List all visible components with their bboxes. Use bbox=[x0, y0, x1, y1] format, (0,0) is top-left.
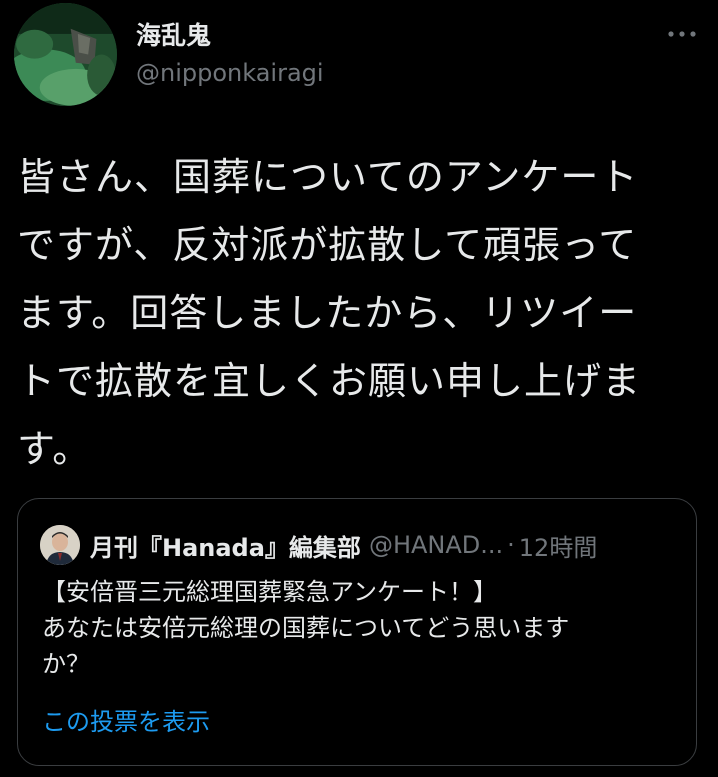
quoted-text-line: 【安倍晋三元総理国葬緊急アンケート！】 bbox=[42, 578, 498, 606]
quoted-text-line: か？ bbox=[42, 650, 90, 678]
avatar-image bbox=[14, 3, 117, 106]
quoted-user-handle[interactable]: @HANAD... bbox=[369, 531, 503, 559]
quoted-tweet-header: 月刊『Hanada』編集部 @HANAD... · 12時間 bbox=[90, 527, 597, 563]
tweet-text-line: 皆さん、国葬についてのアンケート bbox=[17, 155, 639, 199]
tweet-text: 皆さん、国葬についてのアンケート ですが、反対派が拡散して頑張って ます。回答し… bbox=[17, 143, 687, 483]
quoted-user-name[interactable]: 月刊『Hanada』編集部 bbox=[90, 528, 361, 563]
tweet-text-line: トで拡散を宜しくお願い申し上げま bbox=[17, 359, 642, 403]
quoted-tweet-text: 【安倍晋三元総理国葬緊急アンケート！】 あなたは安倍元総理の国葬についてどう思い… bbox=[42, 574, 682, 682]
quoted-text-line: あなたは安倍元総理の国葬についてどう思います bbox=[42, 614, 570, 642]
quoted-tweet-timestamp[interactable]: 12時間 bbox=[519, 528, 598, 563]
user-display-name[interactable]: 海乱鬼 bbox=[136, 20, 211, 52]
tweet-text-line: ます。回答しましたから、リツイー bbox=[17, 291, 638, 335]
user-avatar[interactable] bbox=[14, 3, 117, 106]
tweet-text-line: ですが、反対派が拡散して頑張って bbox=[17, 223, 638, 267]
quoted-tweet-card[interactable]: 月刊『Hanada』編集部 @HANAD... · 12時間 【安倍晋三元総理国… bbox=[17, 498, 697, 766]
more-horizontal-icon bbox=[668, 31, 696, 37]
quoted-avatar-image bbox=[40, 525, 80, 565]
header-separator: · bbox=[507, 531, 515, 559]
tweet-text-line: す。 bbox=[17, 427, 92, 471]
more-options-button[interactable] bbox=[664, 20, 700, 48]
user-handle[interactable]: @nipponkairagi bbox=[136, 58, 324, 88]
quoted-user-avatar[interactable] bbox=[40, 525, 80, 565]
show-poll-link[interactable]: この投票を表示 bbox=[42, 705, 210, 739]
